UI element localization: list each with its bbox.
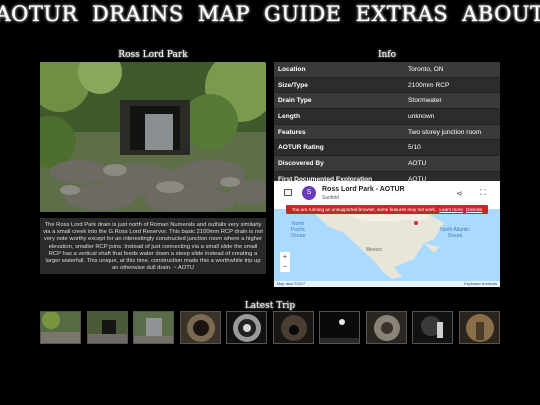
info-row: Discovered By AOTU	[274, 155, 500, 172]
trip-thumbnail[interactable]	[272, 311, 314, 344]
info-row: AOTUR Rating 5/10	[274, 139, 500, 157]
learn-more-link[interactable]: Learn more	[439, 207, 463, 212]
info-key: Size/Type	[274, 77, 404, 94]
info-key: Location	[274, 62, 404, 78]
map-subtitle: Sunfeld	[322, 195, 339, 201]
country-label-mexico: Mexico	[366, 247, 382, 253]
map-sidebar-icon[interactable]	[284, 189, 292, 196]
main-nav: AOTUR DRAINS MAP GUIDE EXTRAS ABOUT	[0, 2, 540, 32]
nav-guide[interactable]: GUIDE	[264, 2, 341, 32]
zoom-control: + −	[280, 252, 290, 272]
info-key: Discovered By	[274, 155, 404, 172]
nav-aotur[interactable]: AOTUR	[0, 2, 78, 32]
trip-thumbnail[interactable]	[40, 311, 81, 344]
zoom-out-button[interactable]: −	[280, 262, 290, 272]
map-data-credit: Map data ©2017	[277, 282, 306, 286]
info-row: Location Toronto, ON	[274, 62, 500, 78]
nav-map[interactable]: MAP	[198, 2, 250, 32]
trip-thumbnail[interactable]	[319, 311, 361, 344]
info-row: Features Two storey junction room	[274, 124, 500, 141]
trip-thumbnail[interactable]	[133, 311, 175, 344]
fullscreen-icon[interactable]: ⛶	[480, 188, 486, 198]
trip-thumbnail[interactable]	[458, 311, 500, 344]
info-value: Two storey junction room	[404, 124, 500, 141]
info-value: 2100mm RCP	[404, 77, 500, 94]
map-footer: Map data ©2017 Keyboard shortcuts	[274, 281, 500, 287]
dismiss-link[interactable]: Dismiss	[466, 207, 482, 212]
info-key: Drain Type	[274, 92, 404, 110]
info-row: Size/Type 2100mm RCP	[274, 77, 500, 94]
trip-thumbnail[interactable]	[412, 311, 454, 344]
map-avatar: S	[302, 186, 316, 200]
info-value: unknown	[404, 108, 500, 125]
location-pin-icon[interactable]	[414, 221, 418, 225]
ocean-label-atlantic: North Atlantic Ocean	[440, 227, 470, 239]
info-key: AOTUR Rating	[274, 139, 404, 157]
trip-thumbnail[interactable]	[86, 311, 128, 344]
info-key: Length	[274, 108, 404, 125]
info-value: Stormwater	[404, 92, 500, 110]
keyboard-shortcuts-link[interactable]: Keyboard shortcuts	[464, 281, 497, 287]
google-map-embed[interactable]: S Ross Lord Park - AOTUR Sunfeld ⋖ ⛶ You…	[274, 181, 500, 287]
warning-text: You are running an unsupported browser, …	[291, 207, 437, 212]
info-row: Length unknown	[274, 108, 500, 125]
drain-title: Ross Lord Park	[118, 50, 188, 60]
info-value: Toronto, ON	[404, 62, 500, 78]
nav-extras[interactable]: EXTRAS	[355, 2, 448, 32]
trip-thumbnails	[40, 311, 500, 344]
trip-thumbnail[interactable]	[179, 311, 221, 344]
trip-thumbnail[interactable]	[226, 311, 268, 344]
info-value: 5/10	[404, 139, 500, 157]
browser-warning: You are running an unsupported browser, …	[286, 205, 488, 214]
info-table: Location Toronto, ON Size/Type 2100mm RCP Dr…	[274, 62, 500, 188]
latest-trip-title: Latest Trip	[244, 301, 296, 311]
ocean-label-pacific: North Pacific Ocean	[290, 221, 306, 239]
nav-drains[interactable]: DRAINS	[92, 2, 184, 32]
info-key: Features	[274, 124, 404, 141]
info-row: Drain Type Stormwater	[274, 92, 500, 110]
map-title[interactable]: Ross Lord Park - AOTUR	[322, 186, 405, 193]
drain-photo	[40, 62, 266, 212]
share-icon[interactable]: ⋖	[456, 189, 463, 198]
nav-about[interactable]: ABOUT	[462, 2, 540, 32]
trip-thumbnail[interactable]	[365, 311, 407, 344]
zoom-in-button[interactable]: +	[280, 252, 290, 262]
info-value: AOTU	[404, 155, 500, 172]
info-title: Info	[377, 50, 397, 60]
drain-description: The Ross Lord Park drain is just north o…	[40, 218, 266, 274]
